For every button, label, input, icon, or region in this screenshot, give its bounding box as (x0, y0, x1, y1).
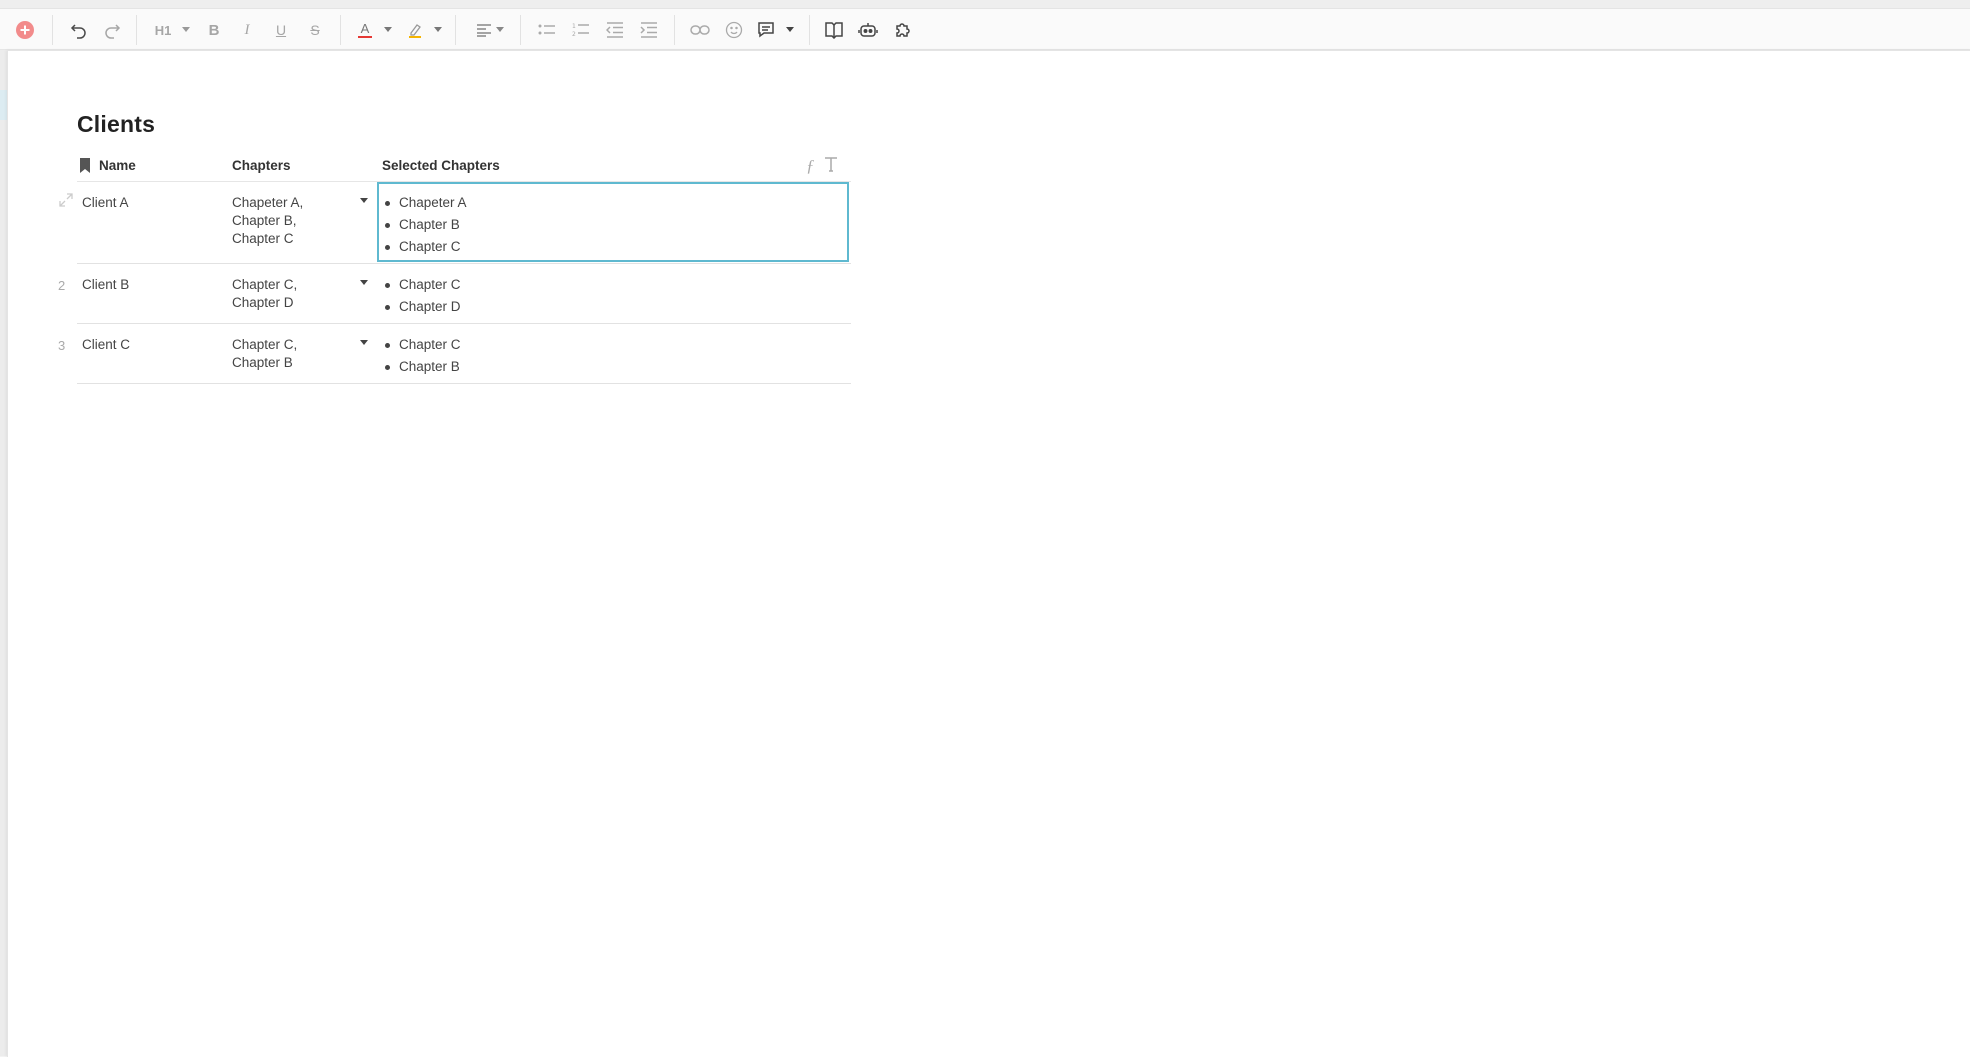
emoji-icon[interactable] (723, 19, 745, 41)
page-title: Clients (77, 111, 156, 137)
chapters-dropdown-caret[interactable] (360, 340, 368, 345)
bookmark-icon (80, 158, 90, 173)
chapter-value: Chapter B (232, 355, 293, 370)
italic-label: I (244, 21, 250, 38)
highlight-dropdown-caret[interactable] (434, 27, 442, 32)
row-number: 2 (58, 278, 66, 293)
toolbar-separator (455, 15, 456, 45)
column-header-selected-chapters[interactable]: Selected Chapters (382, 158, 500, 173)
heading-icon[interactable]: H1 (150, 19, 176, 41)
chapter-value: Chapter C, (232, 337, 298, 352)
list-item: Chapter C (384, 336, 461, 358)
list-item: Chapter B (384, 358, 461, 380)
cell-chapters[interactable]: Chapter C, Chapter B (232, 336, 297, 372)
redo-icon[interactable] (101, 19, 123, 41)
strike-label: S (310, 22, 320, 38)
chapter-value: Chapter C, (232, 277, 298, 292)
chapter-value: Chapter C (232, 231, 294, 246)
column-header-name-label: Name (99, 158, 136, 173)
bullet-list-icon[interactable] (536, 19, 558, 41)
outdent-icon[interactable] (604, 19, 626, 41)
list-item: Chapter C (384, 276, 461, 298)
cell-name[interactable]: Client C (82, 336, 130, 354)
underline-label: U (275, 22, 287, 38)
left-sidebar-edge (0, 50, 7, 1056)
undo-icon[interactable] (68, 19, 90, 41)
bold-label: B (208, 21, 220, 39)
robot-icon[interactable] (857, 19, 879, 41)
italic-icon[interactable]: I (236, 19, 258, 41)
cell-chapters[interactable]: Chapeter A, Chapter B, Chapter C (232, 194, 303, 248)
left-sidebar-accent (0, 90, 7, 120)
text-color-icon[interactable]: A (354, 19, 376, 41)
puzzle-icon[interactable] (892, 19, 914, 41)
column-header-name[interactable]: Name (79, 158, 136, 173)
toolbar-separator (674, 15, 675, 45)
comment-icon[interactable] (755, 19, 777, 41)
cell-name[interactable]: Client A (82, 194, 129, 212)
row-number: 3 (58, 338, 66, 353)
numbered-list-icon[interactable]: 12 (570, 19, 592, 41)
list-item: Chapter C (384, 238, 467, 260)
list-item: Chapeter A (384, 194, 467, 216)
cell-selected-chapters[interactable]: Chapter C Chapter B (384, 336, 461, 380)
chapters-dropdown-caret[interactable] (360, 280, 368, 285)
svg-text:2: 2 (572, 31, 576, 38)
chapters-dropdown-caret[interactable] (360, 198, 368, 203)
cell-name[interactable]: Client B (82, 276, 129, 294)
link-icon[interactable] (689, 19, 711, 41)
heading-label: H1 (154, 22, 172, 38)
strikethrough-icon[interactable]: S (304, 19, 326, 41)
toolbar-separator (520, 15, 521, 45)
list-item: Chapter D (384, 298, 461, 320)
cell-chapters[interactable]: Chapter C, Chapter D (232, 276, 297, 312)
toolbar-separator (136, 15, 137, 45)
svg-text:1: 1 (572, 23, 576, 30)
align-icon[interactable] (473, 19, 495, 41)
chapter-value: Chapeter A, (232, 195, 304, 210)
chapter-value: Chapter D (232, 295, 294, 310)
cell-selected-chapters[interactable]: Chapter C Chapter D (384, 276, 461, 320)
window-top-strip (0, 0, 1970, 9)
book-icon[interactable] (823, 19, 845, 41)
underline-icon[interactable]: U (270, 19, 292, 41)
column-header-chapters[interactable]: Chapters (232, 158, 291, 173)
text-type-icon[interactable] (824, 156, 838, 177)
expand-row-icon[interactable] (58, 192, 74, 211)
row-divider (77, 263, 851, 264)
editor-toolbar: H1 B I U S A 12 (0, 9, 1970, 50)
align-dropdown-caret[interactable] (496, 27, 504, 32)
text-color-dropdown-caret[interactable] (384, 27, 392, 32)
indent-icon[interactable] (638, 19, 660, 41)
toolbar-separator (52, 15, 53, 45)
heading-dropdown-caret[interactable] (182, 27, 190, 32)
toolbar-separator (340, 15, 341, 45)
toolbar-separator (809, 15, 810, 45)
text-color-swatch (358, 36, 372, 38)
text-color-label: A (360, 21, 370, 36)
document-page: Clients Name Chapters Selected Chapters … (7, 50, 1970, 1057)
add-circle-icon[interactable] (14, 19, 36, 41)
formula-icon[interactable]: ƒ (806, 156, 815, 176)
comment-dropdown-caret[interactable] (786, 27, 794, 32)
row-divider (77, 323, 851, 324)
list-item: Chapter B (384, 216, 467, 238)
highlight-icon[interactable] (404, 19, 426, 41)
row-divider (77, 383, 851, 384)
cell-selected-chapters[interactable]: Chapeter A Chapter B Chapter C (384, 194, 467, 260)
chapter-value: Chapter B, (232, 213, 297, 228)
bold-icon[interactable]: B (203, 19, 225, 41)
